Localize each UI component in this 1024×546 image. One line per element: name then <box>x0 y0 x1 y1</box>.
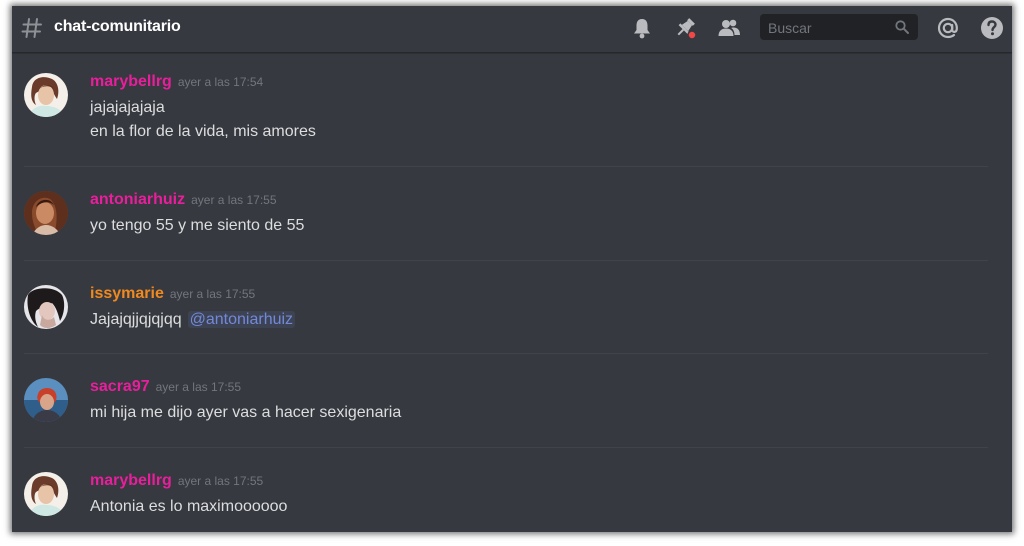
message-divider <box>24 447 988 448</box>
bell-icon[interactable] <box>629 15 655 41</box>
message-text-content: Jajajqjjqjqjqq <box>90 311 182 328</box>
timestamp: ayer a las 17:55 <box>155 380 242 394</box>
search-input[interactable] <box>766 17 890 39</box>
username-text: antoniarhuiz <box>90 191 186 208</box>
members-icon[interactable] <box>716 15 742 41</box>
message-text: Antonia es lo maximoooooo <box>90 498 288 515</box>
search-icon <box>895 20 909 34</box>
username-text: issymarie <box>90 285 164 302</box>
message-text: jajajajajaja <box>90 99 165 116</box>
avatar[interactable] <box>24 472 68 516</box>
channel-name: chat-comunitario <box>54 18 181 35</box>
username-text: marybellrg <box>90 73 172 90</box>
username-text: sacra97 <box>90 378 150 395</box>
username-text: marybellrg <box>90 472 172 489</box>
username[interactable]: issymarie ayer a las 17:55 <box>90 285 255 303</box>
message-list: marybellrg ayer a las 17:54 jajajajajaja … <box>12 53 1012 532</box>
channel-header: chat-comunitario <box>12 6 1012 53</box>
message-divider <box>24 260 988 261</box>
timestamp: ayer a las 17:55 <box>191 193 277 207</box>
search-bar[interactable] <box>760 14 918 40</box>
message-divider <box>24 353 988 354</box>
username[interactable]: marybellrg ayer a las 17:54 <box>90 73 263 91</box>
username[interactable]: sacra97 ayer a las 17:55 <box>90 378 241 396</box>
username[interactable]: antoniarhuiz ayer a las 17:55 <box>90 191 277 209</box>
avatar[interactable] <box>24 378 68 422</box>
avatar[interactable] <box>24 73 68 117</box>
pin-icon[interactable] <box>672 15 698 41</box>
message-text: Jajajqjjqjqjqq @antoniarhuiz <box>90 311 296 329</box>
hashtag-icon <box>21 18 42 38</box>
message-text: en la flor de la vida, mis amores <box>90 123 316 140</box>
timestamp: ayer a las 17:55 <box>169 287 256 301</box>
help-icon[interactable] <box>979 15 1005 41</box>
avatar[interactable] <box>24 191 68 235</box>
chat-window: chat-comunitario Buscar marybellrg ayer … <box>12 6 1012 532</box>
timestamp: ayer a las 17:55 <box>177 474 264 488</box>
timestamp: ayer a las 17:54 <box>177 75 264 89</box>
user-mention[interactable]: @antoniarhuiz <box>187 311 296 328</box>
avatar[interactable] <box>24 285 68 329</box>
username[interactable]: marybellrg ayer a las 17:55 <box>90 472 263 490</box>
message-text: yo tengo 55 y me siento de 55 <box>90 217 305 234</box>
at-icon[interactable] <box>935 15 961 41</box>
message-divider <box>24 166 988 167</box>
message-text: mi hija me dijo ayer vas a hacer sexigen… <box>90 404 402 421</box>
